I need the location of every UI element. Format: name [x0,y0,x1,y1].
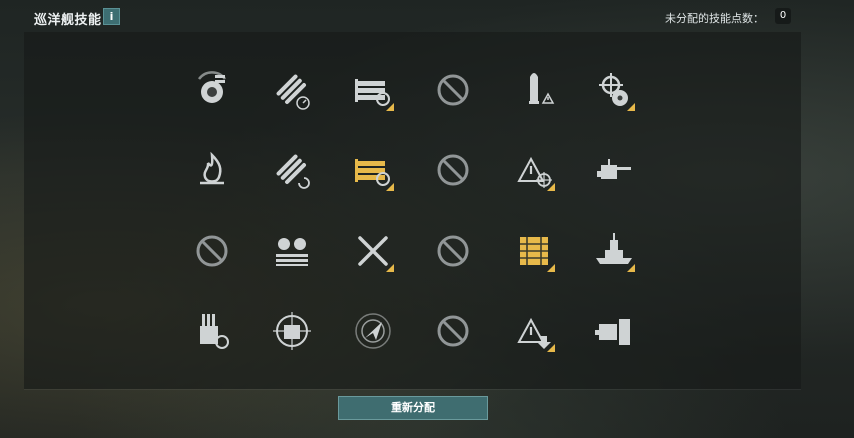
shell-warning-icon[interactable] [511,67,557,113]
torpedo-tubes-reload-icon[interactable] [350,67,396,113]
torpedo-gauge-icon[interactable] [269,67,315,113]
helm-radiation-icon[interactable] [591,67,637,113]
main-turret-reload-icon[interactable] [189,308,235,354]
radar-arrow-icon[interactable] [350,308,396,354]
no-entry-icon[interactable] [430,308,476,354]
warning-arrow-icon[interactable] [511,308,557,354]
ship-crosshair-icon[interactable] [269,308,315,354]
turret-gears-icon[interactable] [189,67,235,113]
gun-armor-icon[interactable] [591,308,637,354]
secondary-gun-icon[interactable] [591,147,637,193]
warning-crosshair-icon[interactable] [511,147,557,193]
flame-icon[interactable] [189,147,235,193]
crossed-torpedoes-icon[interactable] [350,228,396,274]
no-entry-icon[interactable] [430,228,476,274]
ammo-crates-gold-icon[interactable] [511,228,557,274]
no-entry-icon[interactable] [430,147,476,193]
battleship-icon[interactable] [591,228,637,274]
torpedo-reload-icon[interactable] [269,147,315,193]
skill-grid [0,0,854,389]
reset-button[interactable]: 重新分配 [338,396,488,420]
torpedo-tubes-gold-icon[interactable] [350,147,396,193]
no-entry-icon[interactable] [189,228,235,274]
aa-turrets-icon[interactable] [269,228,315,274]
footer-divider [24,389,801,390]
no-entry-icon[interactable] [430,67,476,113]
